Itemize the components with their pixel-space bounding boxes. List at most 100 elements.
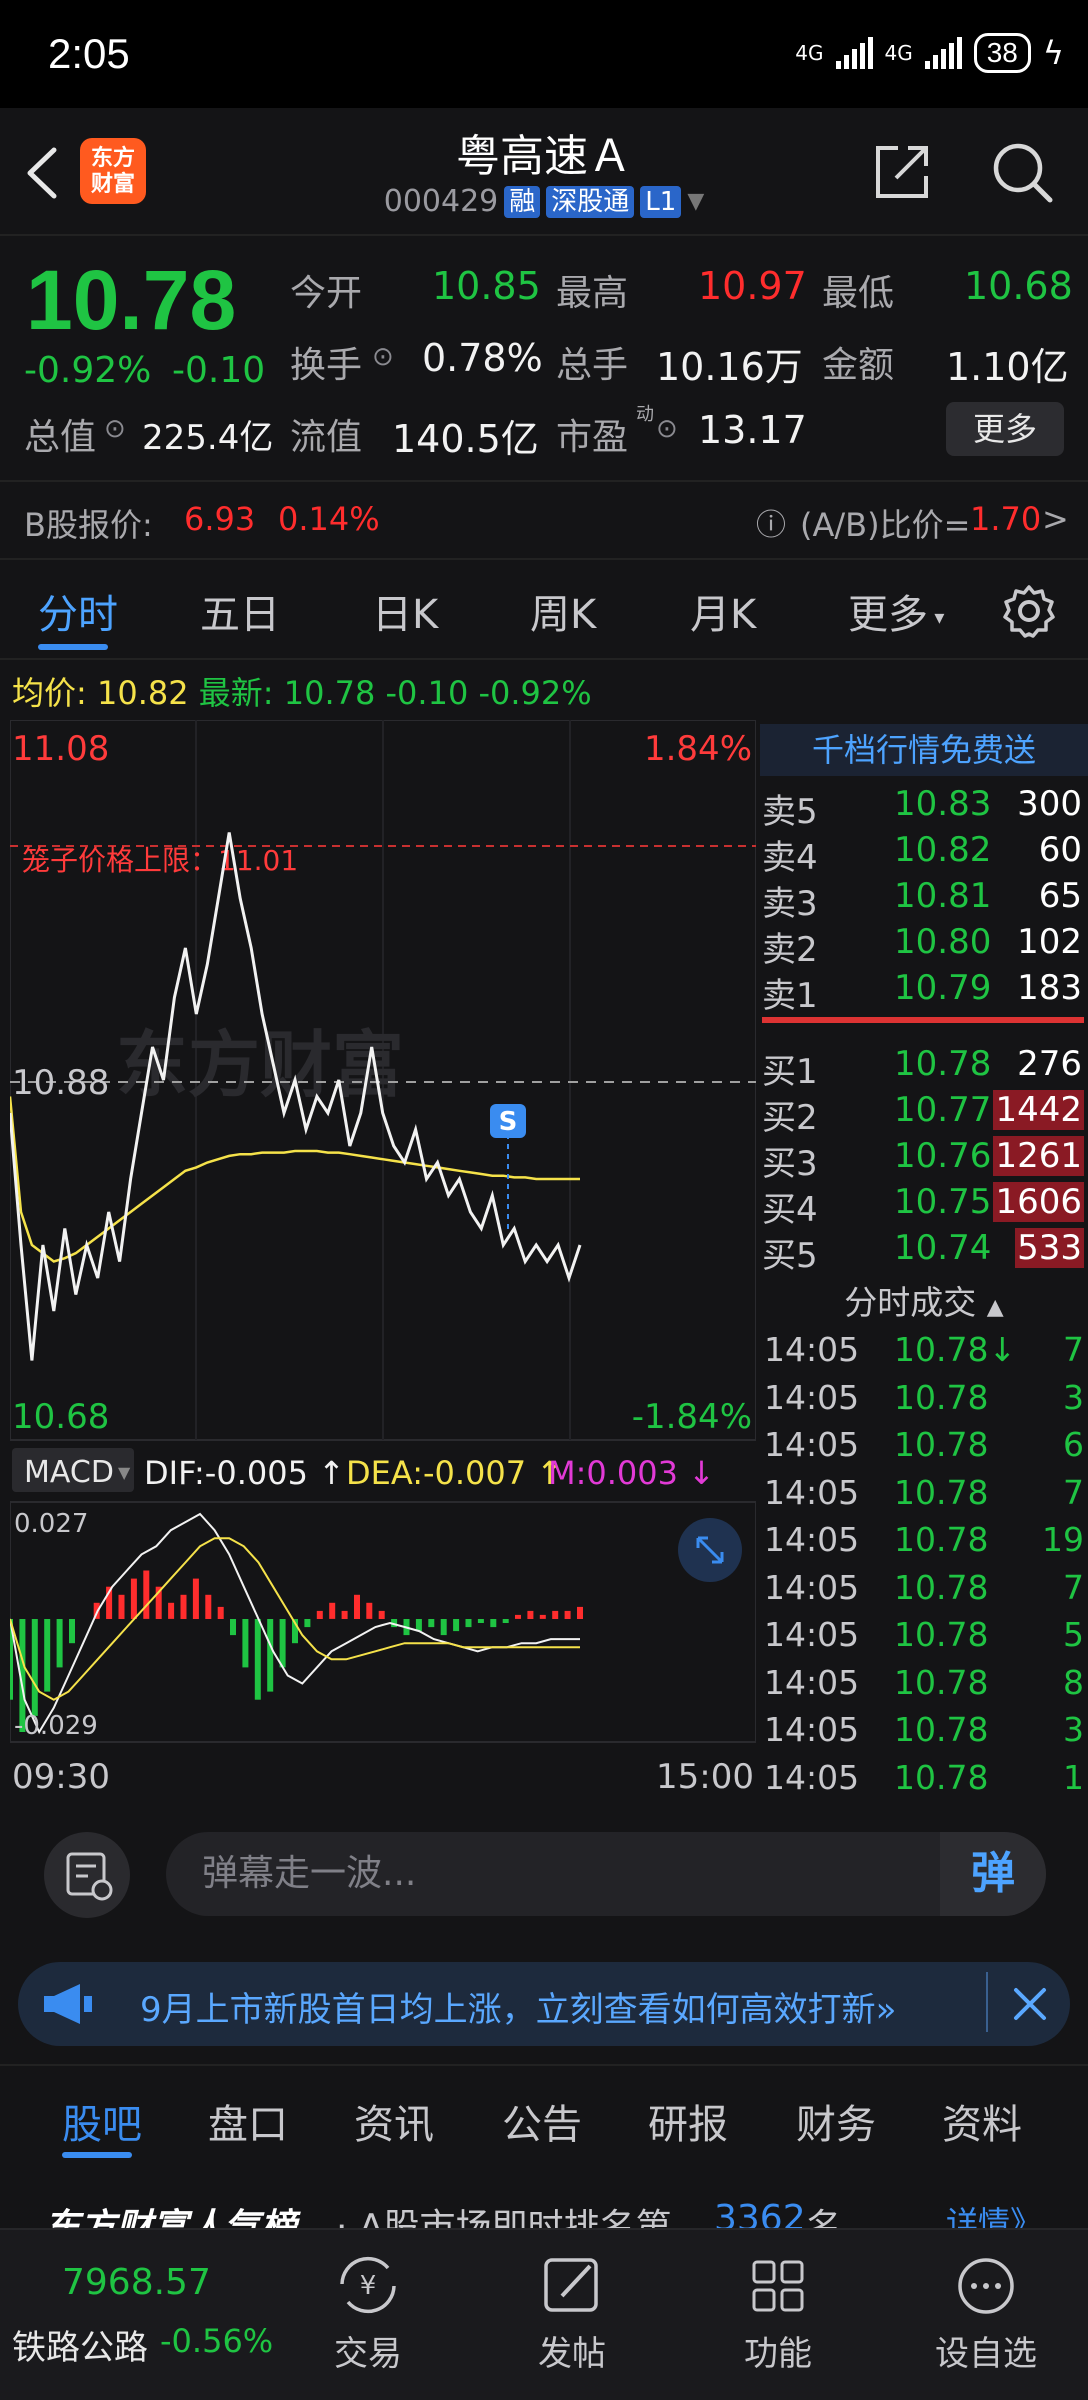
tab-financials[interactable]: 财务 — [796, 2092, 876, 2150]
trade-price: 10.78 — [894, 1567, 989, 1607]
tab-intraday[interactable]: 分时 — [38, 582, 118, 640]
nav-trade[interactable]: ¥ 交易 — [288, 2230, 448, 2400]
promo-banner[interactable]: 9月上市新股首日均上涨，立刻查看如何高效打新» — [18, 1962, 1070, 2046]
nav-trade-label: 交易 — [334, 2334, 402, 2374]
trade-volume: 1 — [1063, 1757, 1084, 1797]
danmu-input[interactable]: 弹幕走一波... — [166, 1832, 1046, 1916]
ask-row[interactable]: 卖2 10.80 102 — [760, 918, 1088, 970]
open-label: 今开 — [290, 273, 363, 314]
network-label-2: 4G — [884, 41, 913, 65]
trade-volume: 7 — [1063, 1472, 1084, 1512]
nav-add-watchlist[interactable]: 设自选 — [906, 2230, 1066, 2400]
amount-label: 金额 — [822, 345, 895, 386]
trade-row: 14:05 10.78 7 — [760, 1469, 1088, 1515]
help-icon[interactable]: ⓘ — [756, 500, 786, 544]
bid-row[interactable]: 买1 10.78 276 — [760, 1040, 1088, 1092]
nav-functions[interactable]: 功能 — [698, 2230, 858, 2400]
ob-price: 10.76 — [894, 1136, 992, 1176]
ranking-detail-link[interactable]: 详情》 — [946, 2198, 1042, 2230]
index-name[interactable]: 铁路公路 — [12, 2320, 148, 2369]
macd-bar — [453, 1619, 460, 1632]
bid-row[interactable]: 买2 10.77 1442 — [760, 1086, 1088, 1138]
macd-bar — [577, 1606, 583, 1619]
ob-price: 10.77 — [894, 1090, 992, 1130]
popularity-ranking[interactable]: 东方财富人气榜 · A股市场即时排名第 3362 名 详情》 — [0, 2170, 1088, 2230]
banner-text: 9月上市新股首日均上涨，立刻查看如何高效打新» — [140, 1990, 897, 2030]
trade-price: 10.78 — [894, 1710, 989, 1749]
signal-icon — [835, 37, 873, 69]
ask-row[interactable]: 卖4 10.82 60 — [760, 826, 1088, 878]
macd-bar — [564, 1610, 571, 1619]
high-value: 10.97 — [698, 264, 807, 308]
tab-more[interactable]: 更多 ▾ — [848, 582, 944, 640]
search-icon[interactable] — [990, 140, 1054, 204]
trade-row: 14:05 10.78↓ 7 — [760, 1326, 1088, 1372]
bid-row[interactable]: 买5 10.74 533 — [760, 1224, 1088, 1276]
tab-five-day[interactable]: 五日 — [200, 582, 280, 640]
info-icon[interactable]: ⊙ — [372, 342, 394, 372]
y-top-pct: 1.84% — [644, 729, 752, 769]
ob-volume: 300 — [1017, 784, 1082, 824]
macd-bar — [465, 1619, 472, 1628]
trade-price: 10.78 — [894, 1520, 989, 1559]
macd-bar — [230, 1619, 236, 1636]
price-info-line: 均价: 10.82 最新: 10.78 -0.10 -0.92% — [12, 668, 592, 714]
trades-header[interactable]: 分时成交 ▲ — [760, 1276, 1088, 1324]
tab-research[interactable]: 研报 — [648, 2092, 728, 2150]
bottom-navigation: 7968.57 铁路公路 -0.56% ¥ 交易 发帖 功能 设自选 — [0, 2228, 1088, 2400]
latest-value: 10.78 — [283, 674, 376, 712]
macd-bar — [31, 1619, 38, 1716]
trade-volume: 7 — [1063, 1567, 1084, 1607]
ob-volume: 276 — [1017, 1044, 1082, 1084]
info-icon-2[interactable]: ⊙ — [104, 414, 126, 444]
tab-weekly-k[interactable]: 周K — [530, 582, 596, 640]
trade-volume: 19 — [1042, 1520, 1084, 1559]
ob-price: 10.75 — [894, 1182, 992, 1222]
caret-up-icon: ▲ — [986, 1295, 1004, 1320]
macd-bar — [56, 1619, 63, 1668]
settings-gear-icon[interactable] — [1002, 584, 1056, 638]
status-icons: 4G 4G 38 ϟ — [795, 30, 1064, 76]
mktcap-value: 225.4亿 — [142, 418, 274, 458]
danmu-send-button[interactable]: 弹 — [940, 1832, 1046, 1916]
nav-post[interactable]: 发帖 — [492, 2230, 652, 2400]
tab-orderbook[interactable]: 盘口 — [208, 2092, 288, 2150]
index-value[interactable]: 7968.57 — [62, 2262, 211, 2303]
tab-daily-k[interactable]: 日K — [372, 582, 438, 640]
info-icon-3[interactable]: ⊙ — [656, 414, 678, 444]
trade-time: 14:05 — [764, 1472, 860, 1512]
ob-volume: 65 — [1038, 876, 1082, 916]
tab-announcements[interactable]: 公告 — [502, 2092, 582, 2150]
share-icon[interactable] — [872, 142, 932, 202]
orderbook-promo[interactable]: 千档行情免费送 — [760, 724, 1088, 776]
macd-bar — [69, 1619, 75, 1644]
bid-row[interactable]: 买3 10.76 1261 — [760, 1132, 1088, 1184]
ask-row[interactable]: 卖1 10.79 183 — [760, 964, 1088, 1016]
float-value: 140.5亿 — [392, 417, 539, 461]
avg-label: 均价: — [12, 674, 87, 712]
tab-monthly-k[interactable]: 月K — [690, 582, 756, 640]
tab-profile[interactable]: 资料 — [942, 2092, 1022, 2150]
subtab-indicator — [62, 2152, 132, 2158]
macd-dea: DEA:-0.007 ↑ — [346, 1454, 563, 1492]
low-label: 最低 — [822, 273, 895, 314]
more-button[interactable]: 更多 — [946, 402, 1064, 456]
avg-value: 10.82 — [96, 674, 189, 712]
chevron-down-icon: ▼ — [687, 189, 705, 214]
ask-row[interactable]: 卖5 10.83 300 — [760, 780, 1088, 832]
b-share-row[interactable]: B股报价: 6.93 0.14% ⓘ (A/B)比价= 1.70 > — [0, 480, 1088, 560]
tab-news[interactable]: 资讯 — [354, 2092, 434, 2150]
macd-bar — [254, 1619, 261, 1700]
change-amount: -0.10 — [172, 350, 266, 391]
volume-label: 总手 — [556, 345, 629, 386]
macd-top-value: 0.027 — [14, 1509, 88, 1539]
grid-icon — [752, 2260, 804, 2312]
sell-marker-label: S — [499, 1107, 518, 1137]
ask-row[interactable]: 卖3 10.81 65 — [760, 872, 1088, 924]
tab-forum[interactable]: 股吧 — [62, 2092, 142, 2150]
close-icon[interactable] — [1010, 1984, 1050, 2024]
intraday-chart[interactable]: 东方财富 笼子价格上限：11.01 11.08 1.84% 10.88 10.6… — [10, 720, 756, 1800]
danmu-settings-button[interactable] — [44, 1832, 130, 1918]
bid-row[interactable]: 买4 10.75 1606 — [760, 1178, 1088, 1230]
trade-row: 14:05 10.78 8 — [760, 1659, 1088, 1705]
